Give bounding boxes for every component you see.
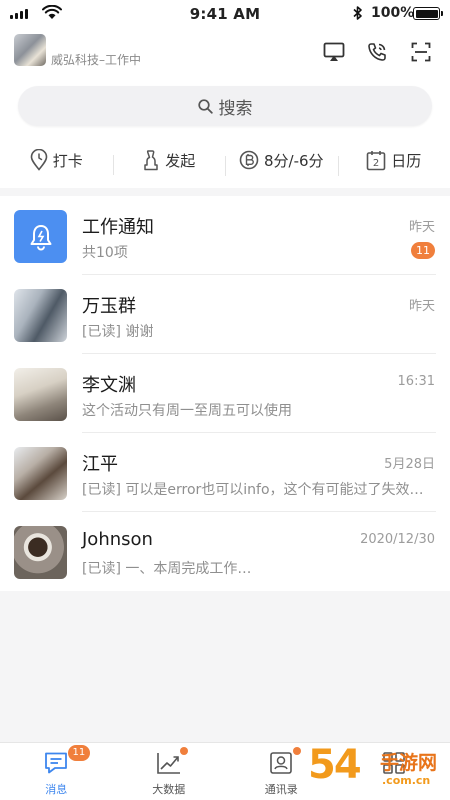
conversation-name: 工作通知 bbox=[82, 217, 154, 238]
watermark-number: 54 bbox=[308, 742, 362, 788]
quick-action-calendar[interactable]: 2 日历 bbox=[337, 150, 450, 176]
conversation-row[interactable]: 万玉群 昨天 [已读] 谢谢 bbox=[0, 275, 450, 354]
conversation-time: 2020/12/30 bbox=[360, 532, 435, 547]
conversation-name: 江平 bbox=[82, 454, 118, 475]
tab-notification-dot bbox=[292, 747, 301, 755]
coin-icon bbox=[239, 150, 259, 170]
contact-avatar bbox=[14, 526, 67, 579]
quick-actions: 打卡 发起 8分/-6分 2 日历 bbox=[0, 142, 450, 178]
unread-badge: 11 bbox=[411, 242, 435, 259]
battery-percentage: 100% bbox=[371, 5, 415, 21]
conversation-preview: [已读] 可以是error也可以info，这个有可能过了失效… bbox=[82, 482, 424, 498]
conversation-name: Johnson bbox=[82, 529, 153, 550]
company-avatar[interactable] bbox=[14, 34, 46, 66]
conversation-name: 万玉群 bbox=[82, 296, 136, 317]
tab-badge: 11 bbox=[67, 745, 91, 761]
location-pin-icon bbox=[30, 149, 48, 171]
conversation-time: 16:31 bbox=[397, 374, 435, 389]
contact-avatar bbox=[14, 447, 67, 500]
bluetooth-icon bbox=[353, 6, 362, 20]
phone-call-icon[interactable] bbox=[365, 40, 389, 64]
search-icon bbox=[197, 98, 213, 114]
quick-action-clock-in[interactable]: 打卡 bbox=[0, 149, 113, 171]
conversation-time: 昨天 bbox=[408, 220, 435, 235]
search-bar[interactable]: 搜索 bbox=[18, 86, 432, 126]
trend-chart-icon bbox=[156, 753, 180, 774]
microphone-icon bbox=[144, 150, 158, 171]
scan-icon[interactable] bbox=[409, 40, 433, 64]
bell-icon bbox=[14, 210, 67, 263]
quick-action-label: 日历 bbox=[391, 151, 422, 170]
screen-cast-icon[interactable] bbox=[322, 40, 346, 64]
watermark-brand: 手游网 bbox=[380, 752, 438, 774]
quick-action-label: 8分/-6分 bbox=[263, 151, 324, 170]
message-icon bbox=[45, 752, 68, 774]
tab-notification-dot bbox=[180, 747, 188, 755]
status-bar: 9:41 AM 100% bbox=[0, 0, 450, 28]
conversation-name: 李文渊 bbox=[82, 375, 136, 396]
watermark-logo: 54 手游网 .com.cn bbox=[308, 740, 448, 800]
quick-action-label: 发起 bbox=[165, 151, 196, 170]
search-placeholder: 搜索 bbox=[218, 98, 253, 119]
tab-label: 消息 bbox=[45, 783, 68, 796]
conversation-time: 5月28日 bbox=[384, 457, 435, 472]
battery-icon bbox=[413, 7, 443, 20]
conversation-list: 工作通知 昨天 共10项 11 万玉群 昨天 [已读] 谢谢 李文渊 16:31… bbox=[0, 196, 450, 591]
conversation-row[interactable]: Johnson 2020/12/30 [已读] 一、本周完成工作… bbox=[0, 512, 450, 591]
conversation-preview: [已读] 一、本周完成工作… bbox=[82, 561, 252, 577]
conversation-preview: [已读] 谢谢 bbox=[82, 324, 154, 340]
tab-messages[interactable]: 消息 11 bbox=[0, 743, 113, 800]
tab-label: 通讯录 bbox=[264, 783, 298, 796]
quick-action-initiate[interactable]: 发起 bbox=[112, 149, 226, 175]
conversation-time: 昨天 bbox=[408, 299, 435, 314]
conversation-preview: 共10项 bbox=[82, 245, 128, 261]
contact-avatar bbox=[14, 289, 67, 342]
contact-avatar bbox=[14, 368, 67, 421]
quick-action-points[interactable]: 8分/-6分 bbox=[225, 150, 338, 176]
calendar-icon: 2 bbox=[366, 150, 386, 170]
conversation-row[interactable]: 江平 5月28日 [已读] 可以是error也可以info，这个有可能过了失效… bbox=[0, 433, 450, 512]
tab-label: 大数据 bbox=[152, 783, 186, 796]
conversation-preview: 这个活动只有周一至周五可以使用 bbox=[82, 403, 292, 419]
quick-action-label: 打卡 bbox=[52, 151, 83, 170]
tab-big-data[interactable]: 大数据 bbox=[113, 743, 226, 800]
svg-text:2: 2 bbox=[373, 158, 379, 169]
company-status[interactable]: 威弘科技–工作中 bbox=[51, 51, 141, 68]
watermark-domain: .com.cn bbox=[382, 774, 431, 787]
conversation-row-work-notice[interactable]: 工作通知 昨天 共10项 11 bbox=[0, 196, 450, 275]
header: 威弘科技–工作中 搜索 打卡 发起 8分/-6分 2 日历 bbox=[0, 28, 450, 188]
contacts-icon bbox=[270, 752, 293, 774]
conversation-row[interactable]: 李文渊 16:31 这个活动只有周一至周五可以使用 bbox=[0, 354, 450, 433]
